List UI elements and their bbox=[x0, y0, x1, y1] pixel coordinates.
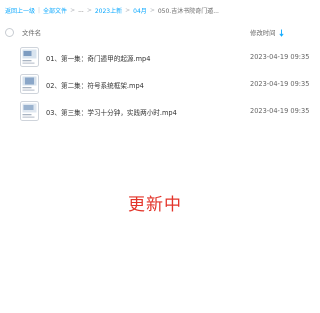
breadcrumb: 返回上一级 | 全部文件 > ... > 2023上新 > 04月 > 050.… bbox=[5, 3, 219, 17]
column-header-mtime[interactable]: 修改时间 bbox=[250, 28, 284, 37]
column-header-name[interactable]: 文件名 bbox=[22, 28, 41, 37]
file-row[interactable]: 01、第一集：奇门遁甲的起源.mp4 2023-04-19 09:35 bbox=[0, 45, 310, 72]
breadcrumb-item-collapsed[interactable]: ... bbox=[78, 7, 84, 14]
video-file-icon bbox=[20, 47, 39, 67]
chevron-right-icon: > bbox=[70, 6, 76, 14]
table-header: 文件名 修改时间 bbox=[0, 22, 310, 42]
chevron-right-icon: > bbox=[86, 6, 92, 14]
file-name[interactable]: 02、第二集：符号系统框架.mp4 bbox=[46, 80, 144, 90]
sort-down-icon[interactable] bbox=[279, 29, 284, 37]
updating-notice: 更新中 bbox=[128, 195, 182, 215]
file-mtime: 2023-04-19 09:35 bbox=[250, 80, 310, 88]
breadcrumb-item-april[interactable]: 04月 bbox=[133, 6, 147, 15]
video-file-icon bbox=[20, 101, 39, 121]
chevron-right-icon: > bbox=[149, 6, 155, 14]
file-row[interactable]: 02、第二集：符号系统框架.mp4 2023-04-19 09:35 bbox=[0, 72, 310, 99]
file-mtime: 2023-04-19 09:35 bbox=[250, 53, 310, 61]
select-all-checkbox[interactable] bbox=[5, 28, 14, 37]
back-link[interactable]: 返回上一级 bbox=[5, 6, 35, 15]
file-row[interactable]: 03、第三集：学习十分钟，实践两小时.mp4 2023-04-19 09:35 bbox=[0, 99, 310, 126]
breadcrumb-divider: | bbox=[38, 6, 41, 14]
file-browser: 返回上一级 | 全部文件 > ... > 2023上新 > 04月 > 050.… bbox=[0, 0, 310, 313]
breadcrumb-item-all-files[interactable]: 全部文件 bbox=[43, 6, 67, 15]
breadcrumb-item-current: 050.吉沐书院奇门遁... bbox=[157, 7, 219, 15]
column-header-mtime-label: 修改时间 bbox=[250, 29, 276, 37]
video-file-icon bbox=[20, 74, 39, 94]
chevron-right-icon: > bbox=[125, 6, 131, 14]
file-mtime: 2023-04-19 09:35 bbox=[250, 107, 310, 115]
file-name[interactable]: 03、第三集：学习十分钟，实践两小时.mp4 bbox=[46, 107, 177, 117]
file-name[interactable]: 01、第一集：奇门遁甲的起源.mp4 bbox=[46, 53, 150, 63]
breadcrumb-item-2023[interactable]: 2023上新 bbox=[95, 6, 122, 15]
